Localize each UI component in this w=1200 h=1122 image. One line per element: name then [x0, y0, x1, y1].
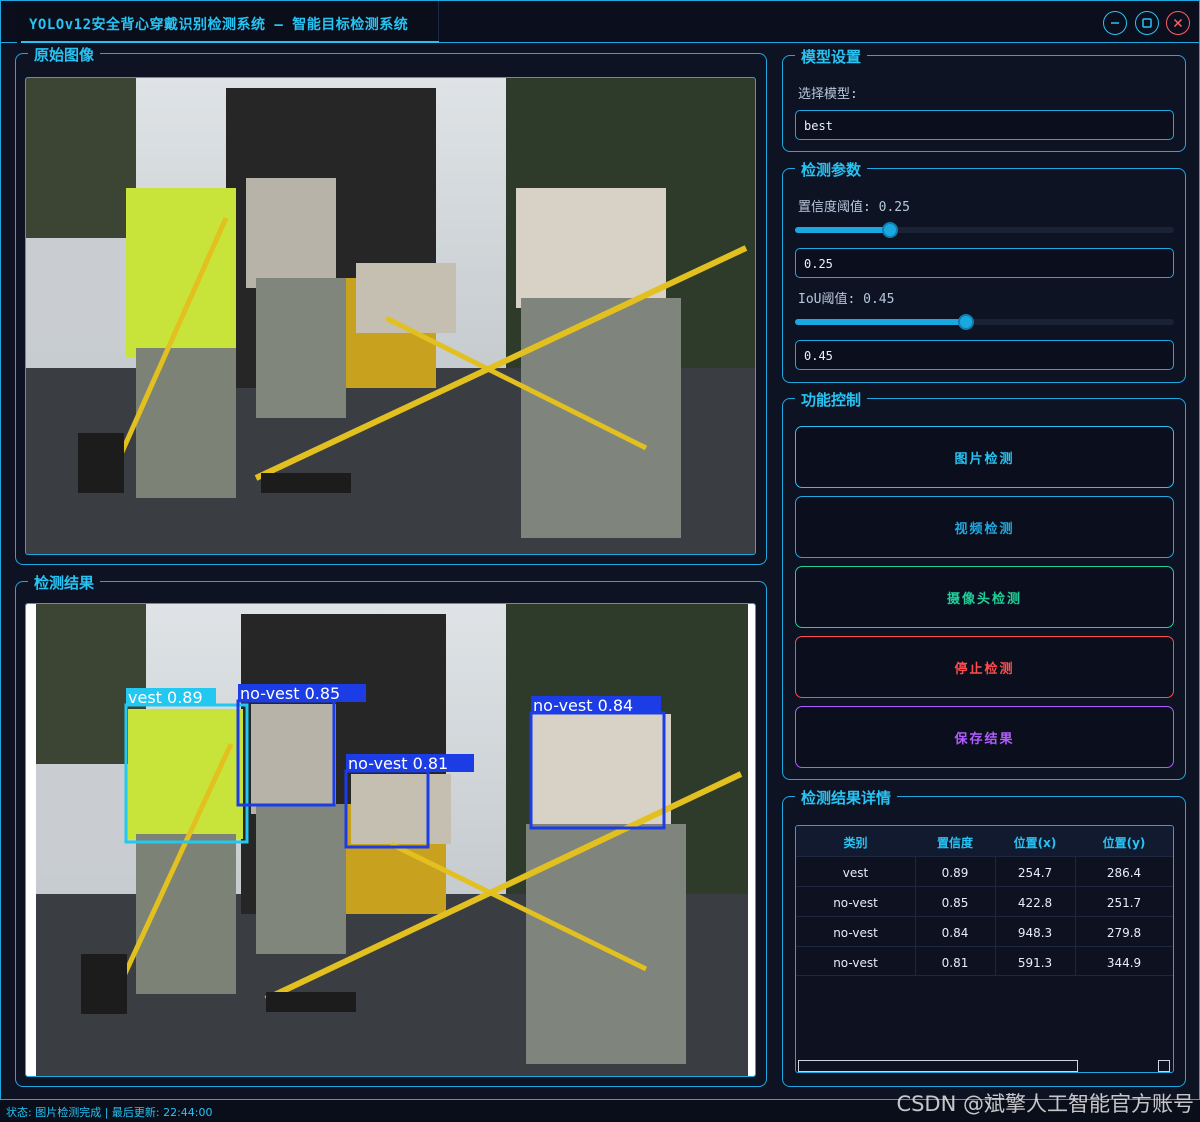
iou-slider-fill	[795, 319, 966, 325]
detection-label-no-vest-2: no-vest 0.81	[348, 754, 448, 773]
result-image-frame: vest 0.89 no-vest 0.85 no-vest 0.81 no-v…	[25, 603, 756, 1077]
iou-slider[interactable]	[795, 314, 1174, 330]
original-image	[26, 78, 755, 554]
camera-detect-button[interactable]: 摄像头检测	[795, 566, 1174, 628]
cell-y: 279.8	[1106, 926, 1142, 940]
iou-label: IoU阈值: 0.45	[798, 292, 895, 307]
cell-y: 344.9	[1106, 956, 1142, 970]
detection-label-no-vest-3: no-vest 0.84	[533, 696, 633, 715]
watermark: CSDN @斌擎人工智能官方账号	[896, 1092, 1194, 1116]
detection-params-title: 检测参数	[795, 159, 868, 180]
cell-confidence: 0.84	[941, 926, 969, 940]
maximize-icon	[1142, 18, 1152, 28]
confidence-slider[interactable]	[795, 222, 1174, 238]
cell-confidence: 0.81	[941, 956, 969, 970]
cell-x: 422.8	[1017, 896, 1053, 910]
model-select[interactable]: best	[795, 110, 1174, 140]
cell-y: 286.4	[1106, 866, 1142, 880]
stop-detect-button[interactable]: 停止检测	[795, 636, 1174, 698]
app-window: YOLOv12安全背心穿戴识别检测系统 – 智能目标检测系统 原始图像 检测结果…	[0, 0, 1200, 1100]
original-image-title: 原始图像	[28, 44, 101, 65]
cell-y: 251.7	[1106, 896, 1142, 910]
column-header-x[interactable]: 位置(x)	[995, 834, 1075, 851]
confidence-input[interactable]: 0.25	[795, 248, 1174, 278]
original-image-frame	[25, 77, 756, 555]
column-header-y[interactable]: 位置(y)	[1075, 834, 1173, 851]
confidence-slider-handle[interactable]	[882, 222, 898, 238]
cell-x: 591.3	[1017, 956, 1053, 970]
title-underline	[21, 41, 439, 43]
scrollbar-corner[interactable]	[1158, 1060, 1170, 1072]
close-button[interactable]	[1166, 11, 1190, 35]
detection-label-vest: vest 0.89	[128, 688, 203, 707]
table-row[interactable]: no-vest 0.84 948.3 279.8	[796, 916, 1173, 946]
cell-class: no-vest	[833, 926, 878, 940]
save-result-button[interactable]: 保存结果	[795, 706, 1174, 768]
iou-slider-handle[interactable]	[958, 314, 974, 330]
cell-class: no-vest	[833, 956, 878, 970]
iou-input[interactable]: 0.45	[795, 340, 1174, 370]
result-image-title: 检测结果	[28, 572, 101, 593]
close-icon	[1173, 18, 1183, 28]
column-divider	[1075, 856, 1076, 976]
horizontal-scrollbar[interactable]	[798, 1060, 1078, 1072]
cell-class: vest	[842, 866, 869, 880]
confidence-slider-fill	[795, 227, 890, 233]
table-row[interactable]: no-vest 0.85 422.8 251.7	[796, 886, 1173, 916]
cell-confidence: 0.89	[941, 866, 969, 880]
table-row[interactable]: no-vest 0.81 591.3 344.9	[796, 946, 1173, 976]
table-header: 类别 置信度 位置(x) 位置(y)	[796, 826, 1173, 856]
maximize-button[interactable]	[1135, 11, 1159, 35]
result-details-table: 类别 置信度 位置(x) 位置(y) vest 0.89 254.7 286.4…	[795, 825, 1174, 1073]
result-image: vest 0.89 no-vest 0.85 no-vest 0.81 no-v…	[26, 604, 755, 1076]
function-controls-title: 功能控制	[795, 389, 868, 410]
column-divider	[995, 856, 996, 976]
title-bar: YOLOv12安全背心穿戴识别检测系统 – 智能目标检测系统	[1, 1, 1199, 43]
result-details-title: 检测结果详情	[795, 787, 898, 808]
column-header-confidence[interactable]: 置信度	[915, 834, 995, 851]
column-divider	[915, 856, 916, 976]
cell-x: 948.3	[1017, 926, 1053, 940]
model-select-label: 选择模型:	[798, 87, 858, 102]
cell-class: no-vest	[833, 896, 878, 910]
cell-confidence: 0.85	[941, 896, 969, 910]
video-detect-button[interactable]: 视频检测	[795, 496, 1174, 558]
confidence-label: 置信度阈值: 0.25	[798, 200, 910, 215]
status-text: 状态: 图片检测完成 | 最后更新: 22:44:00	[6, 1106, 213, 1119]
column-header-class[interactable]: 类别	[796, 834, 915, 851]
model-settings-title: 模型设置	[795, 46, 868, 67]
cell-x: 254.7	[1017, 866, 1053, 880]
minimize-button[interactable]	[1103, 11, 1127, 35]
image-detect-button[interactable]: 图片检测	[795, 426, 1174, 488]
window-title: YOLOv12安全背心穿戴识别检测系统 – 智能目标检测系统	[29, 17, 409, 33]
detection-label-no-vest-1: no-vest 0.85	[240, 684, 340, 703]
table-row[interactable]: vest 0.89 254.7 286.4	[796, 856, 1173, 886]
minimize-icon	[1111, 22, 1119, 24]
